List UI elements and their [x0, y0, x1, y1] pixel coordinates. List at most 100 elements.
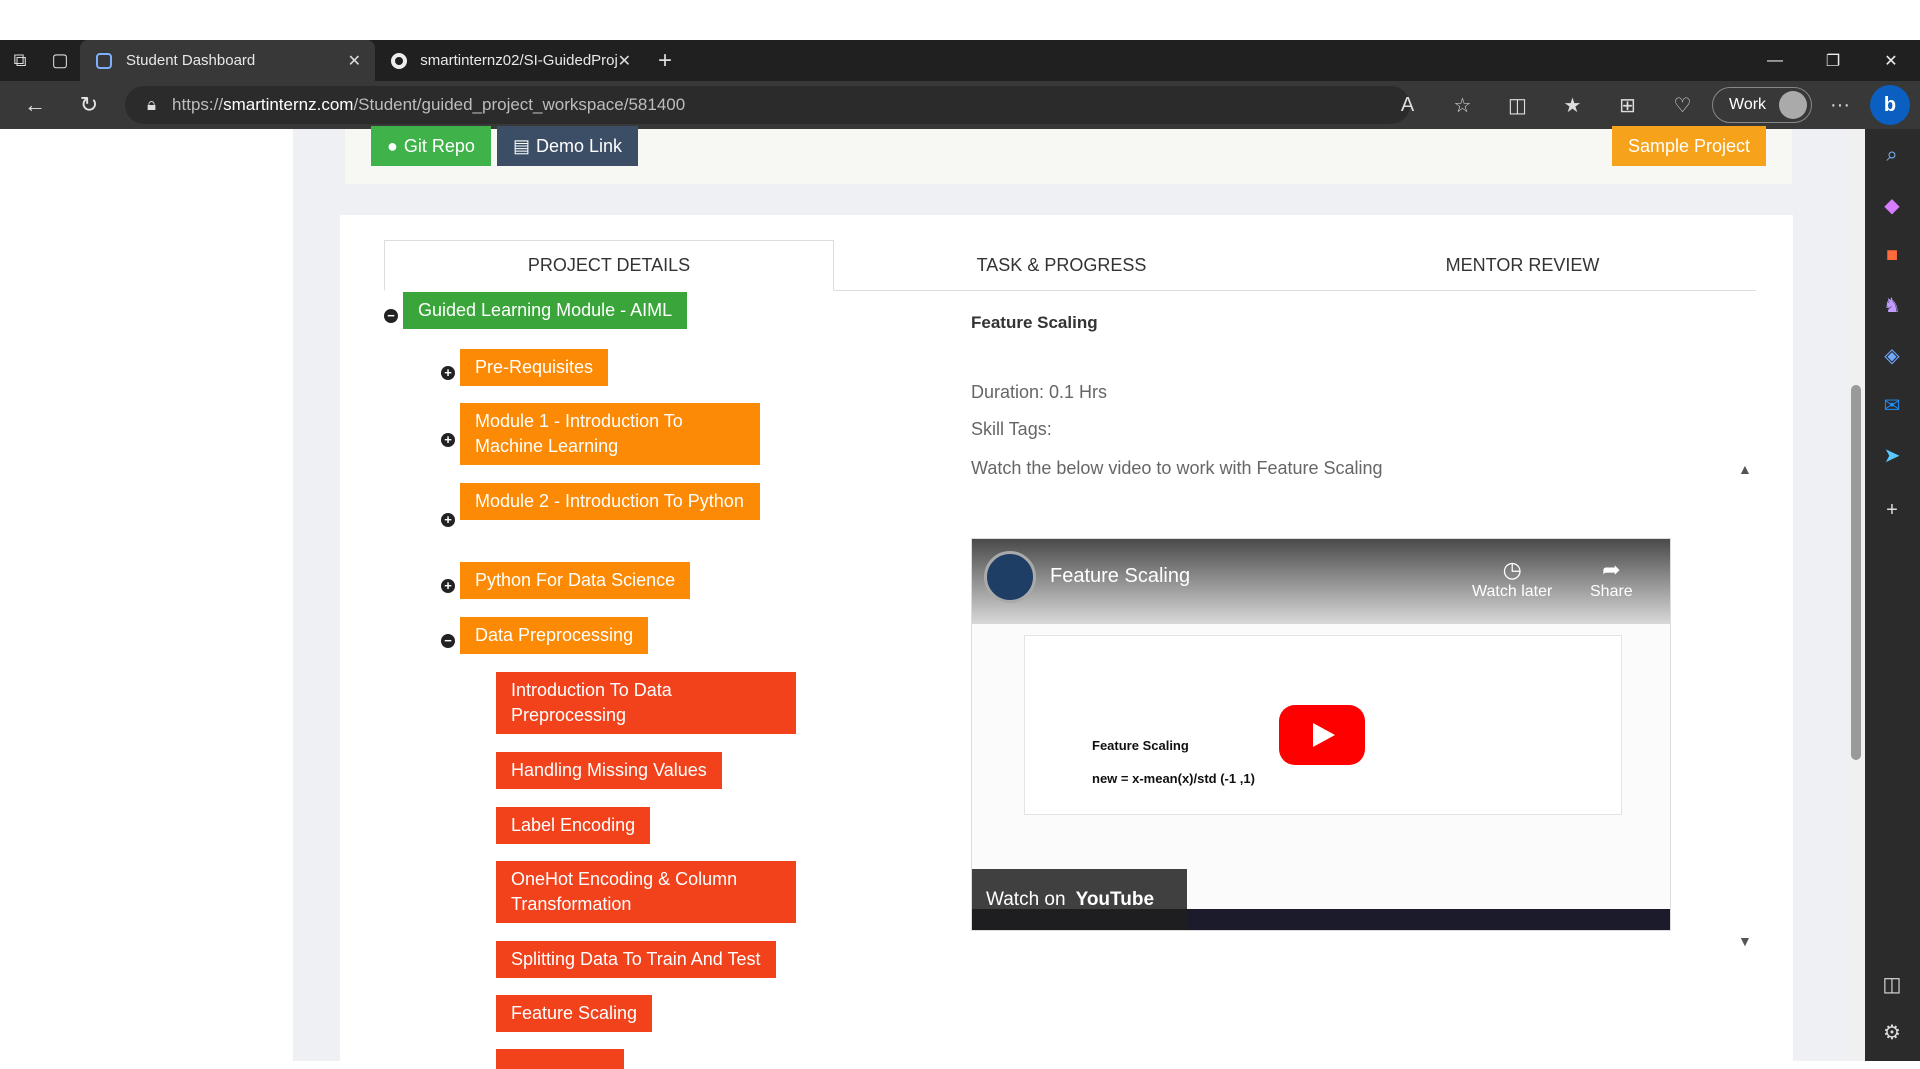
tools-icon[interactable]: ■ [1875, 238, 1909, 272]
url-host: smartinternz.com [223, 95, 354, 114]
close-tab-icon[interactable]: ✕ [618, 51, 631, 71]
workspaces-icon[interactable]: ⧉ [0, 40, 40, 81]
bing-copilot-icon[interactable]: b [1870, 85, 1910, 125]
scroll-down-icon[interactable]: ▼ [1738, 933, 1752, 949]
sample-project-label: Sample Project [1628, 135, 1751, 156]
lesson-instruction: Watch the below video to work with Featu… [971, 458, 1383, 478]
address-bar-row: ← ↻ 🔒︎ https://smartinternz.com/Student/… [0, 81, 1920, 129]
git-repo-label: Git Repo [403, 135, 475, 156]
video-title[interactable]: Feature Scaling [1050, 565, 1190, 588]
url-path: /Student/guided_project_workspace/581400 [353, 95, 686, 114]
lesson-next[interactable] [496, 1049, 624, 1069]
url-input[interactable]: 🔒︎ https://smartinternz.com/Student/guid… [125, 86, 1410, 124]
minimize-icon[interactable]: — [1746, 40, 1804, 81]
performance-icon[interactable]: ♡ [1655, 93, 1710, 118]
module-python-ds[interactable]: Python For Data Science [460, 562, 691, 599]
module-intro-python[interactable]: Module 2 - Introduction To Python [460, 483, 760, 520]
github-icon: ● [387, 135, 398, 156]
favorites-icon[interactable]: ★ [1545, 93, 1600, 118]
lesson-title: Feature Scaling [971, 313, 1098, 332]
play-icon[interactable] [1279, 705, 1365, 765]
watch-later-label: Watch later [1472, 583, 1553, 600]
watch-on-youtube-button[interactable]: Watch on YouTube [972, 869, 1187, 930]
lesson-train-test-split[interactable]: Splitting Data To Train And Test [496, 941, 776, 978]
lesson-duration: Duration: 0.1 Hrs [971, 382, 1108, 402]
desktop-top-area [0, 0, 1920, 40]
outlook-icon[interactable]: ✉ [1875, 388, 1909, 422]
scrollbar-thumb[interactable] [1851, 385, 1861, 760]
settings-gear-icon[interactable]: ⚙ [1875, 1015, 1909, 1049]
tab-actions-icon[interactable]: ▢ [40, 40, 80, 81]
git-repo-button[interactable]: ● Git Repo [371, 126, 491, 166]
module-pre-requisites[interactable]: Pre-Requisites [460, 349, 609, 386]
lesson-missing-values[interactable]: Handling Missing Values [496, 752, 722, 789]
close-window-icon[interactable]: ✕ [1862, 40, 1920, 81]
expand-icon[interactable]: + [441, 513, 455, 527]
add-icon[interactable]: + [1875, 493, 1909, 527]
project-tabs: PROJECT DETAILS TASK & PROGRESS MENTOR R… [384, 240, 1756, 291]
profile-label: Work [1729, 96, 1767, 113]
refresh-icon[interactable]: ↻ [62, 81, 116, 129]
share-icon: ➦ [1602, 557, 1621, 582]
notebook-formula: new = x-mean(x)/std (-1 ,1) [1092, 771, 1255, 786]
profile-button[interactable]: Work [1712, 87, 1812, 123]
tab-title: Student Dashboard [126, 52, 256, 69]
restore-icon[interactable]: ❐ [1804, 40, 1862, 81]
demo-link-button[interactable]: ▤ Demo Link [497, 126, 639, 166]
collapse-icon[interactable]: − [441, 634, 455, 648]
tree-root[interactable]: Guided Learning Module - AIML [403, 292, 688, 329]
document-icon: ▤ [513, 135, 531, 156]
sample-project-button[interactable]: Sample Project [1612, 126, 1767, 166]
window-controls: — ❐ ✕ [1746, 40, 1920, 81]
left-margin [0, 129, 293, 1061]
split-screen-icon[interactable]: ◫ [1490, 93, 1545, 118]
tab-task-progress[interactable]: TASK & PROGRESS [834, 240, 1289, 291]
games-icon[interactable]: ♞ [1875, 288, 1909, 322]
lesson-onehot-encoding[interactable]: OneHot Encoding & Column Transformation [496, 861, 796, 923]
demo-link-label: Demo Link [536, 135, 623, 156]
read-aloud-icon[interactable]: A [1380, 94, 1435, 117]
notebook-heading: Feature Scaling [1092, 738, 1189, 753]
share-label: Share [1590, 583, 1633, 600]
lock-icon: 🔒︎ [147, 95, 157, 114]
lesson-intro-preprocessing[interactable]: Introduction To Data Preprocessing [496, 672, 796, 734]
module-data-preprocessing[interactable]: Data Preprocessing [460, 617, 649, 654]
youtube-embed[interactable]: Feature Scaling ◷ Watch later ➦ Share Fe… [971, 538, 1671, 931]
tab-mentor-review[interactable]: MENTOR REVIEW [1289, 240, 1756, 291]
watch-on-label: Watch on [986, 889, 1066, 910]
close-tab-icon[interactable]: ✕ [348, 51, 361, 71]
collapse-icon[interactable]: − [384, 309, 398, 323]
collections-icon[interactable]: ⊞ [1600, 93, 1655, 118]
back-icon[interactable]: ← [8, 81, 62, 129]
url-prefix: https:// [172, 95, 224, 114]
tab-title: smartinternz02/SI-GuidedProject [420, 52, 618, 69]
tab-project-details[interactable]: PROJECT DETAILS [384, 240, 834, 291]
channel-avatar[interactable] [984, 551, 1036, 603]
search-icon[interactable]: ⌕ [1875, 138, 1909, 172]
tab-student-dashboard[interactable]: Student Dashboard ✕ [80, 40, 375, 81]
new-tab-icon[interactable]: + [645, 40, 685, 81]
watch-later-button[interactable]: ◷ Watch later [1472, 557, 1552, 601]
lesson-label-encoding[interactable]: Label Encoding [496, 807, 651, 844]
lesson-feature-scaling[interactable]: Feature Scaling [496, 995, 653, 1032]
avatar [1779, 91, 1807, 119]
expand-icon[interactable]: + [441, 433, 455, 447]
expand-icon[interactable]: + [441, 579, 455, 593]
browser-tab-strip: ⧉ ▢ Student Dashboard ✕ smartinternz02/S… [0, 40, 1920, 81]
page-icon [94, 51, 114, 71]
tab-github[interactable]: smartinternz02/SI-GuidedProject ✕ [375, 40, 645, 81]
address-actions: A ☆ ◫ ★ ⊞ ♡ [1380, 81, 1710, 129]
lesson-skill-tags: Skill Tags: [971, 419, 1052, 439]
shopping-icon[interactable]: ◆ [1875, 188, 1909, 222]
send-icon[interactable]: ➤ [1875, 438, 1909, 472]
module-intro-ml[interactable]: Module 1 - Introduction To Machine Learn… [460, 403, 760, 465]
copilot-icon[interactable]: ◈ [1875, 338, 1909, 372]
youtube-logo: YouTube [1075, 889, 1155, 910]
expand-icon[interactable]: + [441, 366, 455, 380]
share-button[interactable]: ➦ Share [1590, 557, 1633, 601]
clock-icon: ◷ [1502, 557, 1522, 582]
favorite-star-icon[interactable]: ☆ [1435, 93, 1490, 118]
more-menu-icon[interactable]: ··· [1820, 81, 1860, 129]
scroll-up-icon[interactable]: ▲ [1738, 461, 1752, 477]
sidebar-toggle-icon[interactable]: ◫ [1875, 967, 1909, 1001]
